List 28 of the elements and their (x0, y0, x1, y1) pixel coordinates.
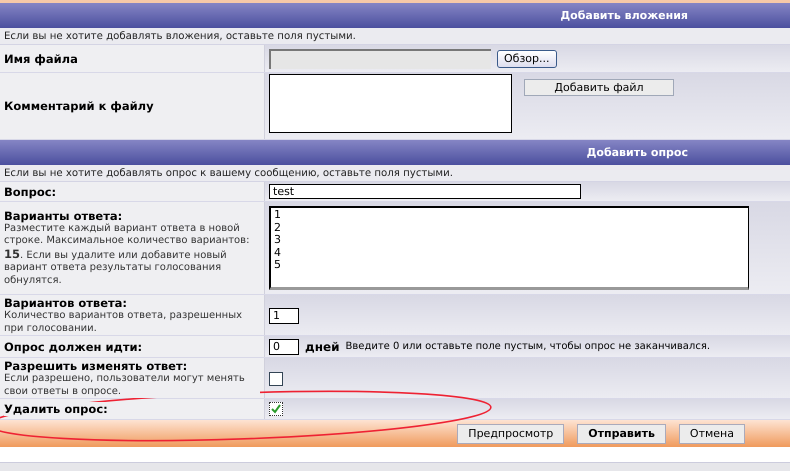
field-label: Разрешить изменять ответ: (4, 359, 188, 373)
field-label: Опрос должен идти: (4, 340, 142, 354)
question-field[interactable]: test (269, 184, 581, 199)
field-label: Вариантов ответа: (4, 296, 128, 310)
field-label: Комментарий к файлу (4, 99, 154, 113)
days-label: дней (305, 340, 340, 354)
section-title: Добавить вложения (560, 9, 688, 22)
duration-hint: Введите 0 или оставьте поле пустым, чтобы опрос не заканчивался. (346, 341, 710, 352)
browse-button[interactable]: Обзор... (497, 50, 556, 68)
section-note: Если вы не хотите добавлять опрос к вашему сообщению, оставьте поля пустыми. (0, 165, 790, 182)
field-label: Имя файла (4, 52, 78, 66)
field-label: Варианты ответа: (4, 208, 122, 223)
add-file-button[interactable]: Добавить файл (524, 79, 674, 96)
section-note: Если вы не хотите добавлять вложения, оставьте поля пустыми. (0, 28, 790, 45)
form-button[interactable]: Отправить (577, 424, 666, 444)
field-label: Вопрос: (4, 184, 56, 198)
checkbox[interactable] (269, 372, 283, 386)
days-field[interactable]: 0 (269, 338, 299, 354)
checkbox[interactable] (269, 402, 283, 416)
count-field[interactable]: 1 (269, 308, 299, 324)
form-button[interactable]: Отмена (678, 424, 745, 444)
form-button[interactable]: Предпросмотр (457, 424, 564, 444)
field-label: Удалить опрос: (4, 402, 108, 416)
section-title: Добавить опрос (586, 146, 688, 159)
options-field[interactable]: 1 2 3 4 5 (269, 206, 749, 290)
field-description: Если разрешено, пользователи могут менять свои ответы в опросе. (4, 373, 260, 398)
file-path-field[interactable] (269, 48, 491, 68)
comment-field[interactable] (269, 74, 512, 133)
